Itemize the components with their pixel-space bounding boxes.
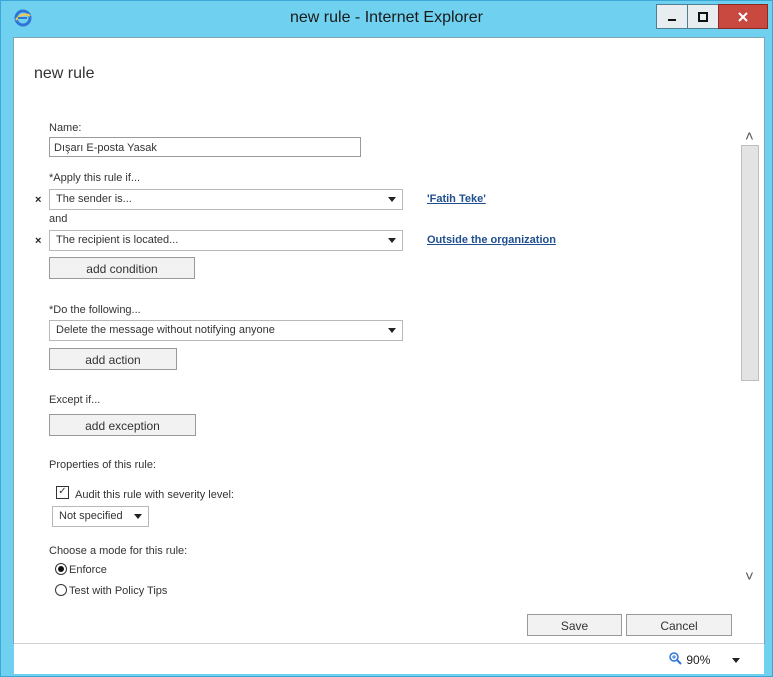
add-action-button[interactable]: add action xyxy=(49,348,177,370)
chevron-down-icon[interactable] xyxy=(732,658,740,663)
action-value: Delete the message without notifying any… xyxy=(56,324,275,336)
apply-rule-label: *Apply this rule if... xyxy=(49,172,141,184)
and-label: and xyxy=(49,213,68,225)
zoom-control[interactable]: 90% xyxy=(669,652,710,667)
chevron-down-icon xyxy=(134,514,142,519)
remove-condition-1-button[interactable]: × xyxy=(35,194,41,206)
chevron-down-icon xyxy=(388,328,396,333)
name-label: Name: xyxy=(49,122,82,134)
severity-value: Not specified xyxy=(59,510,123,522)
severity-select[interactable]: Not specified xyxy=(52,506,149,527)
zoom-level: 90% xyxy=(686,653,711,667)
close-button[interactable] xyxy=(718,4,768,29)
condition-2-value: The recipient is located... xyxy=(56,234,179,246)
save-button[interactable]: Save xyxy=(527,614,622,636)
dialog-content: new rule Name: Dışarı E-posta Yasak *App… xyxy=(13,37,765,674)
audit-label: Audit this rule with severity level: xyxy=(75,489,234,501)
close-icon xyxy=(738,11,748,22)
condition-1-value: The sender is... xyxy=(56,193,132,205)
do-following-label: *Do the following... xyxy=(49,304,141,316)
test-policy-tips-radio[interactable] xyxy=(55,584,67,596)
minimize-button[interactable] xyxy=(656,4,688,29)
rule-name-input[interactable]: Dışarı E-posta Yasak xyxy=(49,137,361,157)
add-exception-button[interactable]: add exception xyxy=(49,414,196,436)
except-label: Except if... xyxy=(49,394,101,406)
mode-label: Choose a mode for this rule: xyxy=(49,545,188,557)
sender-link[interactable]: 'Fatih Teke' xyxy=(427,193,486,205)
chevron-down-icon xyxy=(388,197,396,202)
maximize-button[interactable] xyxy=(687,4,719,29)
properties-label: Properties of this rule: xyxy=(49,459,156,471)
action-select[interactable]: Delete the message without notifying any… xyxy=(49,320,403,341)
maximize-icon xyxy=(698,11,708,22)
vertical-scrollbar[interactable]: ˄ ˅ xyxy=(741,128,759,588)
title-bar[interactable]: new rule - Internet Explorer xyxy=(1,1,772,37)
test-policy-tips-label: Test with Policy Tips xyxy=(69,585,168,597)
chevron-down-icon[interactable]: ˅ xyxy=(745,568,754,585)
condition-2-select[interactable]: The recipient is located... xyxy=(49,230,403,251)
scrollbar-thumb[interactable] xyxy=(741,145,759,381)
condition-1-select[interactable]: The sender is... xyxy=(49,189,403,210)
cancel-button[interactable]: Cancel xyxy=(626,614,732,636)
chevron-up-icon[interactable]: ˄ xyxy=(745,128,754,145)
minimize-icon xyxy=(668,18,676,21)
browser-window: new rule - Internet Explorer new rule Na… xyxy=(0,0,773,677)
chevron-down-icon xyxy=(388,238,396,243)
remove-condition-2-button[interactable]: × xyxy=(35,235,41,247)
enforce-label: Enforce xyxy=(69,564,107,576)
audit-checkbox[interactable]: ✓ xyxy=(56,486,69,499)
zoom-icon xyxy=(669,652,682,665)
page-title: new rule xyxy=(34,65,95,82)
enforce-radio[interactable] xyxy=(55,563,67,575)
add-condition-button[interactable]: add condition xyxy=(49,257,195,279)
status-bar: 90% xyxy=(14,643,764,674)
recipient-location-link[interactable]: Outside the organization xyxy=(427,234,556,246)
